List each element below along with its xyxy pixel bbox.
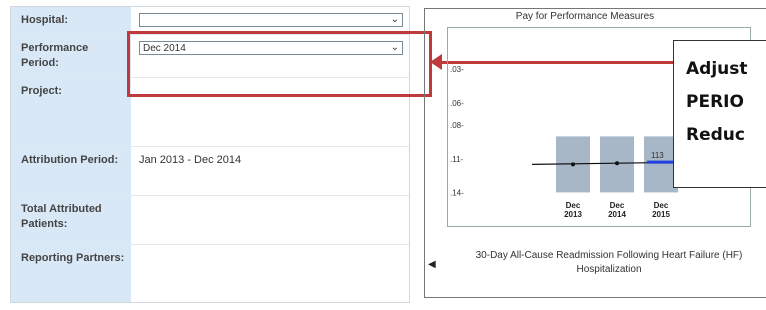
hospital-value: ⌄ — [131, 7, 409, 34]
total-attributed-patients-row: Total Attributed Patients: — [11, 196, 409, 245]
callout-line-1: Adjust — [686, 59, 748, 79]
hospital-select[interactable]: ⌄ — [139, 13, 403, 27]
hospital-label: Hospital: — [11, 7, 131, 34]
x-tick-label: Dec — [610, 201, 625, 210]
x-tick-label: 2013 — [564, 210, 582, 219]
reporting-partners-row: Reporting Partners: — [11, 245, 409, 302]
chevron-down-icon: ⌄ — [390, 14, 399, 25]
data-point — [571, 162, 575, 167]
y-tick-label: .11- — [450, 155, 464, 164]
chart-caption: 30-Day All-Cause Readmission Following H… — [475, 250, 743, 275]
reporting-partners-value — [131, 245, 409, 302]
y-tick-label: .03- — [450, 65, 464, 74]
x-tick-label: 2014 — [608, 210, 626, 219]
attribution-period-value: Jan 2013 - Dec 2014 — [139, 154, 242, 166]
y-tick-label: .06- — [450, 99, 464, 108]
target-label: 113 — [651, 151, 664, 160]
chart-title: Pay for Performance Measures — [515, 11, 655, 22]
data-point — [615, 161, 619, 166]
reporting-partners-label: Reporting Partners: — [11, 245, 131, 302]
prev-chart-arrow-icon[interactable]: ◀ — [428, 259, 436, 270]
x-tick-label: Dec — [566, 201, 581, 210]
y-tick-label: .14- — [450, 188, 464, 197]
project-label: Project: — [11, 78, 131, 146]
total-attributed-patients-value — [131, 196, 409, 244]
x-tick-label: Dec — [654, 201, 669, 210]
annotation-callout: Adjust PERIO Reduc — [673, 40, 766, 188]
x-tick-label: 2015 — [652, 210, 670, 219]
total-attributed-patients-label: Total Attributed Patients: — [11, 196, 131, 244]
attribution-period-row: Attribution Period: Jan 2013 - Dec 2014 — [11, 147, 409, 196]
annotation-highlight-box — [127, 31, 432, 97]
y-tick-label: .08- — [450, 121, 464, 130]
callout-line-2: PERIO — [686, 92, 744, 112]
attribution-period-label: Attribution Period: — [11, 147, 131, 195]
callout-line-3: Reduc — [686, 125, 745, 145]
performance-period-label: Performance Period: — [11, 35, 131, 77]
